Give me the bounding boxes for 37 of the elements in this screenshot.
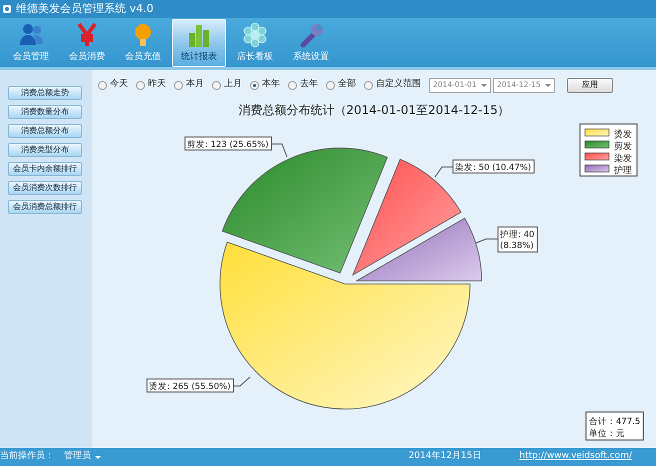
sidebar-button[interactable]: 消费类型分布	[8, 143, 82, 157]
window-title: 维德美发会员管理系统 v4.0	[16, 0, 154, 17]
period-radio[interactable]: 昨天	[136, 78, 166, 92]
toolbar-button[interactable]: 统计报表	[172, 18, 226, 66]
data-label: 剪发: 123 (25.65%)	[184, 136, 272, 150]
sidebar-button[interactable]: 消费数量分布	[8, 105, 82, 119]
sidebar-button[interactable]: 会员消费次数排行	[8, 181, 82, 195]
sidebar-button[interactable]: 会员卡内余额排行	[8, 162, 82, 176]
data-label: 染发: 50 (10.47%)	[452, 160, 535, 174]
legend-label: 剪发	[614, 141, 632, 152]
chart-title: 消费总额分布统计（2014-01-01至2014-12-15）	[238, 103, 510, 117]
legend-label: 护理	[613, 165, 632, 176]
total-box: 合计：477.5 单位：元	[586, 412, 644, 440]
operator-label: 当前操作员：	[0, 450, 54, 464]
period-radio[interactable]: 上月	[212, 78, 242, 92]
data-label: 烫发: 265 (55.50%)	[146, 378, 234, 392]
flower-icon	[241, 20, 269, 49]
apply-button[interactable]: 应用	[567, 78, 613, 92]
legend-label: 烫发	[614, 129, 632, 140]
data-label: 剪发: 123 (25.65%)	[187, 139, 269, 150]
period-radio[interactable]: 自定义范围	[364, 78, 421, 92]
period-radio[interactable]: 去年	[288, 78, 318, 92]
chart-legend	[580, 124, 638, 176]
status-date: 2014年12月15日	[408, 450, 482, 464]
sidebar-button[interactable]: 消费总额走势	[8, 86, 82, 100]
data-label: 染发: 50 (10.47%)	[455, 162, 532, 173]
leader-line	[476, 238, 498, 244]
legend-label: 染发	[614, 153, 632, 164]
period-radio[interactable]: 全部	[326, 78, 356, 92]
period-radio[interactable]: 本年	[250, 78, 280, 92]
sidebar-button[interactable]: 会员消费总额排行	[8, 200, 82, 214]
data-label: 烫发: 265 (55.50%)	[149, 381, 231, 392]
data-label: 护理: 40 (8.38%)	[498, 226, 538, 252]
leader-line	[434, 166, 454, 178]
period-radio[interactable]: 本月	[174, 78, 204, 92]
sidebar-button[interactable]: 消费总额分布	[8, 124, 82, 138]
period-radio[interactable]: 今天	[98, 78, 128, 92]
